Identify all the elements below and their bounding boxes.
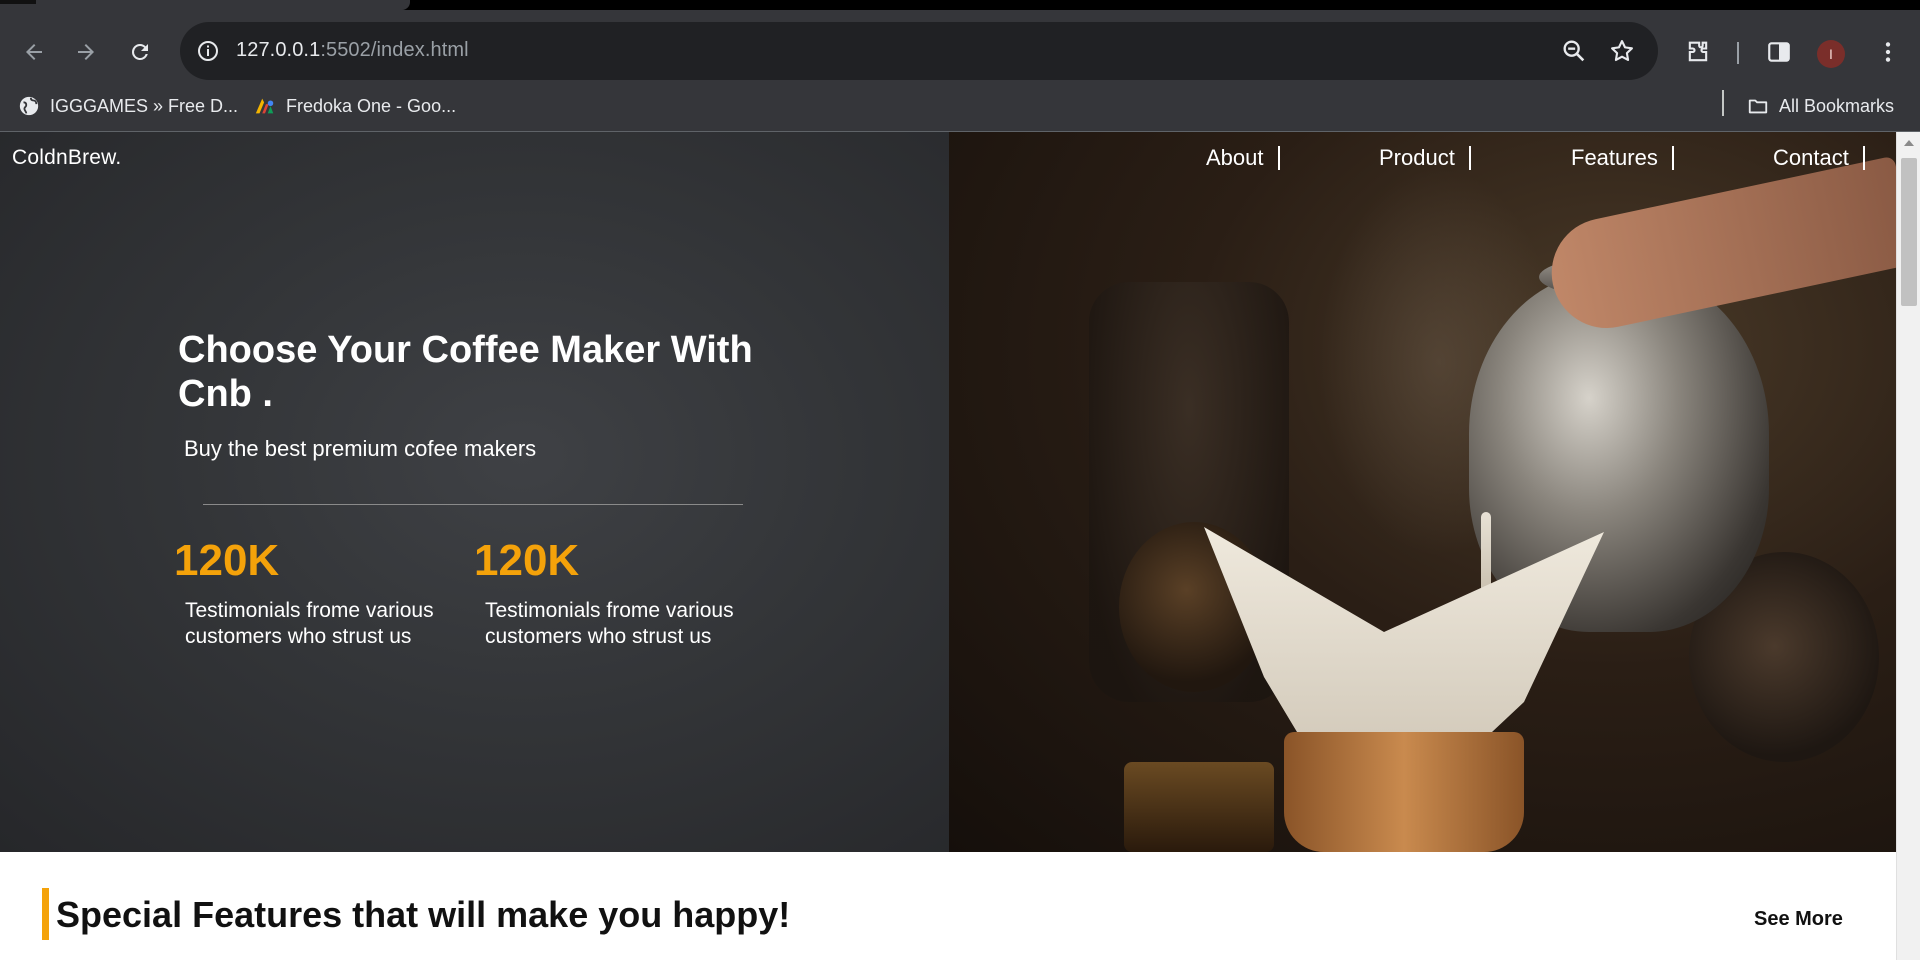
page-viewport: ColdnBrew. About Product Features Contac… bbox=[0, 132, 1896, 960]
scroll-up-arrow-icon[interactable] bbox=[1904, 140, 1914, 146]
nav-link-about[interactable]: About bbox=[1206, 145, 1264, 171]
stat-number: 120K bbox=[174, 536, 280, 585]
hero-image bbox=[949, 132, 1896, 852]
nav-item-contact[interactable]: Contact bbox=[1773, 144, 1865, 172]
url-text[interactable]: 127.0.0.1:5502/index.html bbox=[236, 39, 469, 62]
bookmarks-separator bbox=[1722, 90, 1724, 116]
nav-divider bbox=[1671, 146, 1674, 170]
bookmark-label: Fredoka One - Goo... bbox=[286, 95, 457, 116]
scrollbar-thumb[interactable] bbox=[1901, 158, 1917, 306]
globe-icon bbox=[18, 95, 40, 117]
forward-button[interactable] bbox=[66, 32, 106, 72]
nav-link-product[interactable]: Product bbox=[1379, 145, 1455, 171]
tab-strip-edge bbox=[0, 0, 36, 4]
nav-item-about[interactable]: About bbox=[1206, 144, 1280, 172]
all-bookmarks-label: All Bookmarks bbox=[1779, 95, 1895, 116]
toolbar-separator bbox=[1737, 42, 1739, 64]
site-logo[interactable]: ColdnBrew. bbox=[12, 146, 121, 170]
browser-toolbar: 127.0.0.1:5502/index.html I bbox=[0, 10, 1920, 90]
back-arrow-icon bbox=[26, 44, 42, 60]
nav-item-features[interactable]: Features bbox=[1571, 144, 1674, 172]
carafe-wood-shape bbox=[1284, 732, 1524, 852]
back-button[interactable] bbox=[14, 32, 54, 72]
hero-section: ColdnBrew. About Product Features Contac… bbox=[0, 132, 1896, 852]
stat-number: 120K bbox=[474, 536, 580, 585]
extensions-icon[interactable] bbox=[1683, 37, 1713, 67]
bookmark-star-icon[interactable] bbox=[1608, 37, 1636, 65]
bookmark-item[interactable]: Fredoka One - Goo... bbox=[254, 90, 456, 122]
tab-strip bbox=[0, 0, 1920, 10]
site-info-icon[interactable] bbox=[194, 37, 222, 65]
url-path: :5502/index.html bbox=[320, 39, 469, 61]
stat-description: Testimonials frome various customers who… bbox=[185, 599, 434, 648]
kebab-menu-icon[interactable] bbox=[1873, 37, 1903, 67]
google-fonts-icon bbox=[254, 95, 276, 117]
side-panel-icon[interactable] bbox=[1764, 37, 1794, 67]
address-bar[interactable]: 127.0.0.1:5502/index.html bbox=[180, 22, 1658, 80]
hero-left-panel bbox=[0, 132, 949, 852]
hero-subheading: Buy the best premium cofee makers bbox=[184, 436, 537, 461]
nav-divider bbox=[1277, 146, 1280, 170]
nav-divider bbox=[1468, 146, 1471, 170]
all-bookmarks-button[interactable]: All Bookmarks bbox=[1747, 90, 1894, 122]
hero-divider bbox=[203, 504, 743, 505]
reload-button[interactable] bbox=[120, 32, 160, 72]
zoom-icon[interactable] bbox=[1560, 37, 1588, 65]
nav-link-contact[interactable]: Contact bbox=[1773, 145, 1849, 171]
bookmarks-bar: IGGGAMES » Free D... Fredoka One - Goo..… bbox=[0, 80, 1920, 132]
see-more-link[interactable]: See More bbox=[1754, 908, 1843, 931]
siphon-base-shape bbox=[1124, 762, 1274, 852]
hero-headline: Choose Your Coffee Maker With Cnb . bbox=[178, 329, 753, 415]
page-scrollbar[interactable] bbox=[1896, 132, 1920, 960]
section-accent-bar bbox=[42, 888, 49, 940]
forward-arrow-icon bbox=[78, 44, 94, 60]
folder-icon bbox=[1747, 95, 1769, 117]
nav-divider bbox=[1862, 146, 1865, 170]
bookmark-item[interactable]: IGGGAMES » Free D... bbox=[18, 90, 238, 122]
features-title: Special Features that will make you happ… bbox=[56, 894, 791, 935]
bookmark-label: IGGGAMES » Free D... bbox=[50, 95, 239, 116]
stat-description: Testimonials frome various customers who… bbox=[485, 599, 734, 648]
url-host: 127.0.0.1 bbox=[236, 39, 321, 61]
reload-icon bbox=[132, 43, 148, 60]
nav-link-features[interactable]: Features bbox=[1571, 145, 1658, 171]
nav-item-product[interactable]: Product bbox=[1379, 144, 1471, 172]
active-tab[interactable] bbox=[0, 0, 410, 10]
features-section: Special Features that will make you happ… bbox=[0, 852, 1896, 960]
profile-avatar[interactable]: I bbox=[1817, 40, 1845, 68]
